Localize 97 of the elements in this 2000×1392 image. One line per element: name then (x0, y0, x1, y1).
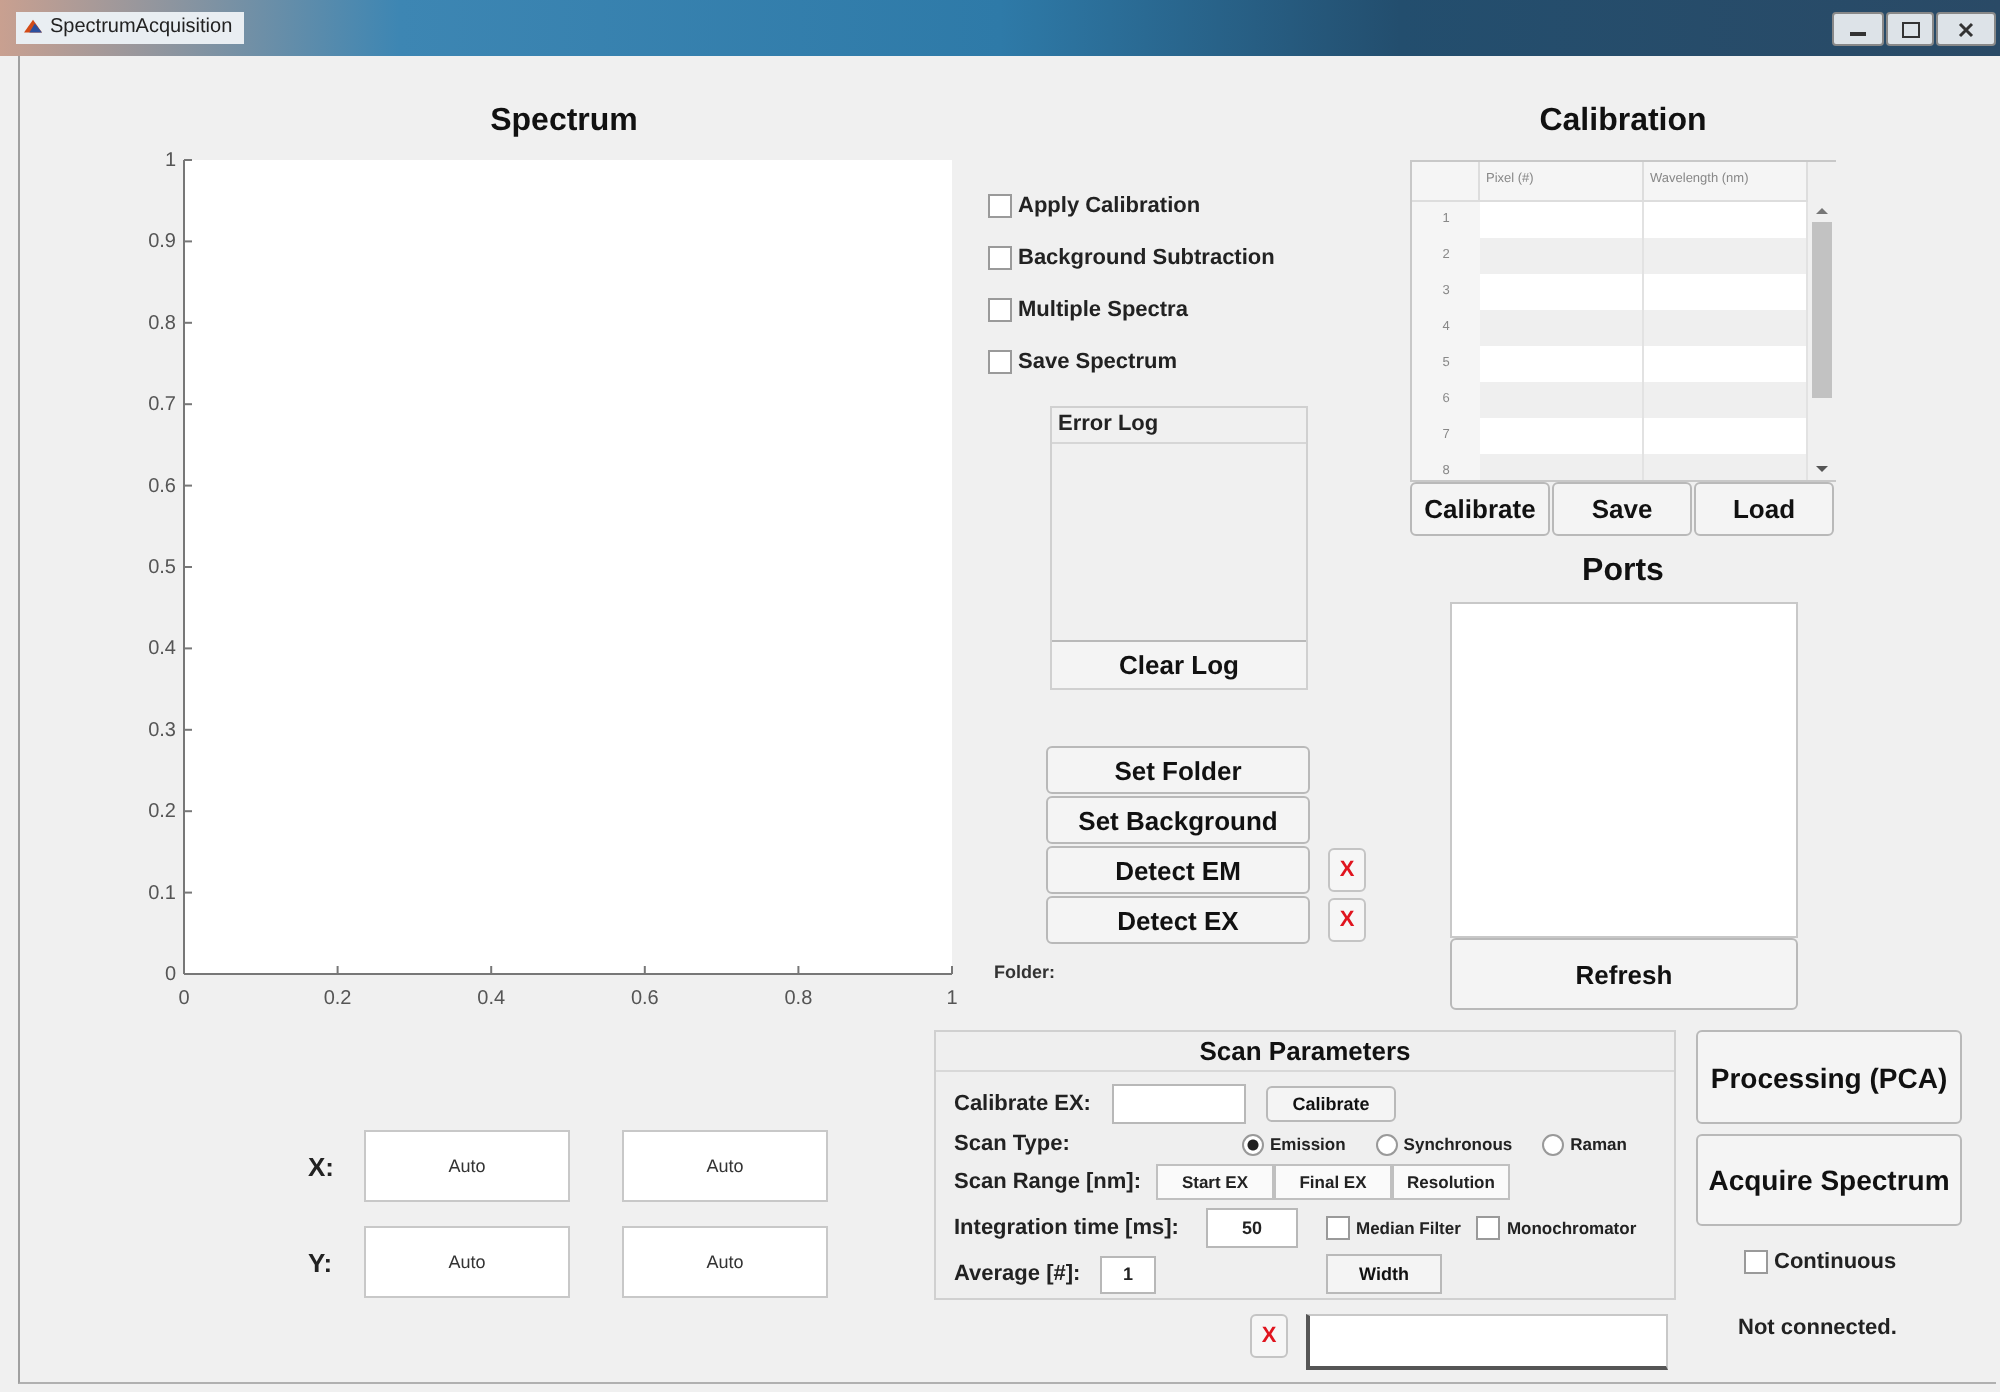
table-cell[interactable] (1480, 418, 1644, 456)
field-label: Scan Type: (954, 1132, 1072, 1156)
action-button[interactable]: Detect EM (1046, 846, 1310, 894)
radio-option[interactable]: Emission (1242, 1133, 1346, 1155)
radio-option[interactable]: Synchronous (1375, 1133, 1513, 1155)
checkbox-label[interactable]: Median Filter (1356, 1218, 1461, 1238)
range-button[interactable]: Start EX (1156, 1164, 1274, 1200)
refresh-button[interactable]: Refresh (1450, 938, 1798, 1010)
window-title: SpectrumAcquisition (16, 12, 245, 44)
clear-button[interactable]: X (1328, 898, 1366, 942)
input-field[interactable]: 1 (1100, 1255, 1156, 1293)
axis-min-field[interactable]: Auto (364, 1226, 570, 1298)
axis-tick-label: 1 (946, 988, 958, 1010)
section-title: Ports (1580, 552, 1666, 592)
close-icon[interactable] (1936, 12, 1996, 46)
table-cell[interactable] (1644, 418, 1808, 456)
checkbox-label[interactable]: Save Spectrum (1018, 350, 1177, 374)
minimize-icon[interactable] (1832, 12, 1884, 46)
folder-label: Folder: (994, 962, 1055, 982)
axis-tick-label: 0.2 (323, 988, 352, 1010)
action-button[interactable]: Processing (PCA) (1696, 1030, 1962, 1124)
action-button[interactable]: Acquire Spectrum (1696, 1134, 1962, 1226)
radio-button[interactable] (1542, 1133, 1565, 1155)
axis-tick-label: 0 (164, 964, 176, 986)
axis-max-field[interactable]: Auto (622, 1130, 828, 1202)
panel-title: Error Log (1052, 408, 1306, 444)
field-label: Average [#]: (954, 1262, 1083, 1286)
table-cell[interactable] (1480, 238, 1644, 276)
axis-tick-label: 0 (178, 988, 190, 1010)
radio-option[interactable]: Raman (1542, 1133, 1627, 1155)
action-button[interactable]: Detect EX (1046, 896, 1310, 944)
axis-label: X: (306, 1151, 336, 1181)
axis-min-field[interactable]: Auto (364, 1130, 570, 1202)
table-cell[interactable] (1644, 238, 1808, 276)
axis-tick-label: 0.8 (148, 312, 176, 335)
width-button[interactable]: Width (1326, 1254, 1442, 1294)
clear-button[interactable]: X (1250, 1314, 1288, 1358)
axis-tick-label: 0.4 (148, 638, 176, 661)
table-cell[interactable] (1480, 310, 1644, 348)
command-field[interactable] (1306, 1314, 1668, 1370)
checkbox[interactable] (1326, 1216, 1350, 1240)
axis-tick-label: 0.2 (148, 801, 176, 824)
checkbox[interactable] (1476, 1216, 1501, 1240)
field-label: Integration time [ms]: (954, 1216, 1181, 1240)
input-field[interactable]: 50 (1206, 1208, 1298, 1248)
checkbox[interactable] (988, 246, 1012, 270)
table-cell[interactable] (1644, 346, 1808, 384)
table-cell[interactable] (1480, 346, 1644, 384)
axis-tick-label: 0.8 (784, 988, 813, 1010)
table-cell[interactable] (1480, 382, 1644, 420)
radio-button[interactable] (1242, 1133, 1264, 1155)
calibration-button[interactable]: Load (1694, 482, 1834, 536)
clear-log-button[interactable]: Clear Log (1052, 640, 1306, 688)
status-text: Not connected. (1738, 1316, 1897, 1340)
table-cell[interactable] (1644, 382, 1808, 420)
axis-tick-label: 0.5 (148, 557, 176, 579)
axis-tick-label: 1 (164, 150, 176, 172)
checkbox-label[interactable]: Continuous (1774, 1250, 1897, 1274)
section-title: Calibration (1537, 102, 1709, 142)
axis-tick-label: 0.6 (630, 988, 659, 1010)
table-cell[interactable] (1480, 274, 1644, 312)
maximize-icon[interactable] (1886, 12, 1934, 46)
table-cell[interactable] (1644, 310, 1808, 348)
panel-title: Scan Parameters (936, 1032, 1674, 1072)
radio-button[interactable] (1375, 1133, 1398, 1155)
checkbox-label[interactable]: Multiple Spectra (1018, 298, 1188, 322)
checkbox[interactable] (1744, 1250, 1768, 1274)
field-label: Scan Range [nm]: (954, 1170, 1144, 1194)
axis-tick-label: 0.6 (148, 475, 176, 498)
action-button[interactable]: Set Background (1046, 796, 1310, 844)
plot-title: Spectrum (488, 102, 640, 142)
calibrate-button[interactable]: Calibrate (1266, 1086, 1396, 1122)
calibration-button[interactable]: Calibrate (1410, 482, 1550, 536)
range-button[interactable]: Resolution (1392, 1164, 1510, 1200)
field-label: Calibrate EX: (954, 1092, 1093, 1116)
checkbox-label[interactable]: Apply Calibration (1018, 194, 1201, 218)
axis-label: Y: (306, 1247, 335, 1277)
ports-list[interactable] (1450, 602, 1798, 938)
clear-button[interactable]: X (1328, 848, 1366, 892)
checkbox[interactable] (988, 194, 1012, 218)
checkbox-label[interactable]: Background Subtraction (1018, 246, 1275, 270)
axis-tick-label: 0.3 (148, 719, 176, 742)
axis-tick-label: 0.4 (477, 988, 506, 1010)
checkbox[interactable] (988, 350, 1012, 374)
calibration-button[interactable]: Save (1552, 482, 1692, 536)
input-field[interactable] (1112, 1084, 1246, 1124)
axis-tick-label: 0.9 (148, 231, 176, 254)
axis-tick-label: 0.1 (148, 882, 176, 905)
table-cell[interactable] (1644, 274, 1808, 312)
checkbox[interactable] (988, 298, 1012, 322)
action-button[interactable]: Set Folder (1046, 746, 1310, 794)
range-button[interactable]: Final EX (1274, 1164, 1392, 1200)
app-icon (24, 18, 42, 36)
axis-tick-label: 0.7 (148, 394, 176, 417)
axis-max-field[interactable]: Auto (622, 1226, 828, 1298)
scrollbar[interactable] (1808, 162, 1836, 480)
checkbox-label[interactable]: Monochromator (1506, 1218, 1637, 1238)
